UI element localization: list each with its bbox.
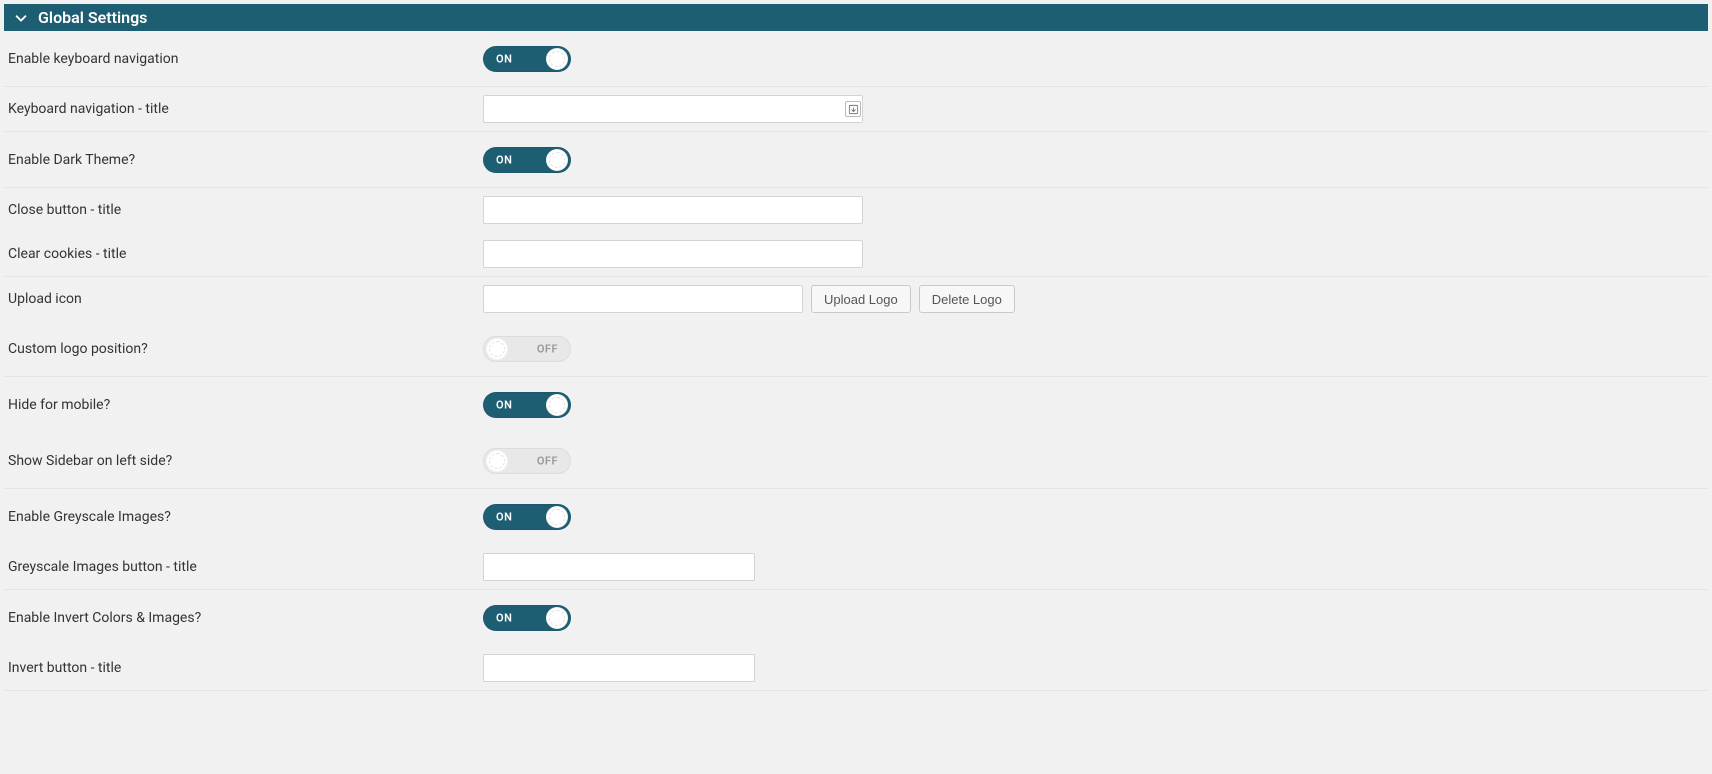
row-custom-logo-pos: Custom logo position? ON OFF [4,321,1708,377]
toggle-greyscale[interactable]: ON OFF [483,504,571,530]
panel-title: Global Settings [38,8,147,27]
toggle-custom-logo-pos[interactable]: ON OFF [483,336,571,362]
row-close-button-title: Close button - title [4,188,1708,232]
row-greyscale: Enable Greyscale Images? ON OFF [4,489,1708,545]
settings-panel: Global Settings Enable keyboard navigati… [4,4,1708,691]
toggle-sidebar-left[interactable]: ON OFF [483,448,571,474]
row-sidebar-left: Show Sidebar on left side? ON OFF [4,433,1708,489]
label-sidebar-left: Show Sidebar on left side? [8,453,483,469]
row-clear-cookies-title: Clear cookies - title [4,232,1708,277]
row-enable-dark: Enable Dark Theme? ON OFF [4,132,1708,188]
input-upload-icon[interactable] [483,285,803,313]
toggle-on-text: ON [496,612,512,625]
toggle-knob [546,48,568,70]
label-invert: Enable Invert Colors & Images? [8,610,483,626]
toggle-off-text: OFF [537,454,558,467]
toggle-knob [546,149,568,171]
toggle-knob [546,607,568,629]
label-hide-mobile: Hide for mobile? [8,397,483,413]
upload-logo-button[interactable]: Upload Logo [811,285,911,313]
label-custom-logo-pos: Custom logo position? [8,341,483,357]
input-clear-cookies-title[interactable] [483,240,863,268]
toggle-invert[interactable]: ON OFF [483,605,571,631]
toggle-on-text: ON [496,52,512,65]
toggle-knob [486,450,508,472]
toggle-enable-keyboard[interactable]: ON OFF [483,46,571,72]
toggle-knob [546,394,568,416]
delete-logo-button[interactable]: Delete Logo [919,285,1015,313]
panel-header[interactable]: Global Settings [4,4,1708,31]
toggle-hide-mobile[interactable]: ON OFF [483,392,571,418]
label-enable-keyboard: Enable keyboard navigation [8,51,483,67]
row-hide-mobile: Hide for mobile? ON OFF [4,377,1708,433]
chevron-down-icon [14,11,28,25]
toggle-knob [546,506,568,528]
label-close-button-title: Close button - title [8,202,483,218]
row-upload-icon: Upload icon Upload Logo Delete Logo [4,277,1708,321]
label-enable-dark: Enable Dark Theme? [8,152,483,168]
label-keyboard-title: Keyboard navigation - title [8,101,483,117]
toggle-on-text: ON [496,153,512,166]
row-greyscale-title: Greyscale Images button - title [4,545,1708,590]
label-upload-icon: Upload icon [8,291,483,307]
label-greyscale: Enable Greyscale Images? [8,509,483,525]
label-greyscale-title: Greyscale Images button - title [8,559,483,575]
toggle-on-text: ON [496,511,512,524]
label-clear-cookies-title: Clear cookies - title [8,246,483,262]
toggle-enable-dark[interactable]: ON OFF [483,147,571,173]
input-keyboard-title[interactable] [483,95,863,123]
input-invert-title[interactable] [483,654,755,682]
toggle-knob [486,338,508,360]
label-invert-title: Invert button - title [8,660,483,676]
input-close-button-title[interactable] [483,196,863,224]
toggle-off-text: OFF [537,342,558,355]
input-greyscale-title[interactable] [483,553,755,581]
row-keyboard-title: Keyboard navigation - title [4,87,1708,132]
row-enable-keyboard: Enable keyboard navigation ON OFF [4,31,1708,87]
toggle-on-text: ON [496,399,512,412]
row-invert-title: Invert button - title [4,646,1708,691]
row-invert: Enable Invert Colors & Images? ON OFF [4,590,1708,646]
